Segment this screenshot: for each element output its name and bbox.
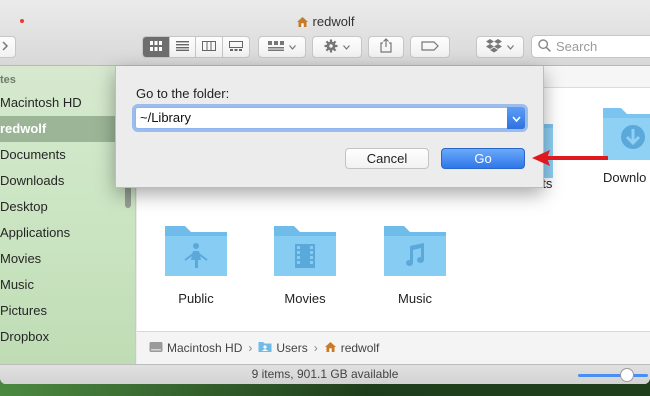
annotation-arrow-icon: [532, 150, 608, 166]
folder-item-public[interactable]: Public: [146, 224, 246, 306]
window-title: redwolf: [0, 14, 650, 31]
group-by-button[interactable]: [258, 36, 306, 58]
path-segment-label: Macintosh HD: [167, 341, 243, 355]
sidebar-scrollbar[interactable]: [125, 186, 131, 208]
sidebar-item-label: Movies: [0, 251, 42, 266]
gallery-icon: [228, 40, 243, 54]
sidebar-item-movies[interactable]: Movies: [0, 246, 136, 272]
gear-icon: [324, 39, 338, 56]
folder-item-public-label: Public: [178, 291, 214, 306]
sidebar-item-label: Music: [0, 277, 34, 292]
list-icon: [175, 40, 189, 54]
path-segment-macintosh-hd[interactable]: Macintosh HD: [149, 341, 242, 356]
sidebar-section-header: tes: [0, 74, 16, 86]
public-folder-icon: [163, 226, 229, 282]
chevron-down-icon: [289, 41, 296, 53]
finder-window: redwolf Search tes Macintosh HD redwolf …: [0, 0, 650, 384]
home-icon: [296, 16, 309, 31]
search-field[interactable]: Search: [531, 35, 650, 58]
search-placeholder: Search: [556, 39, 598, 54]
sidebar-item-label: Applications: [0, 225, 71, 240]
go-to-folder-prompt: Go to the folder:: [136, 86, 230, 101]
path-history-dropdown-button[interactable]: [507, 107, 525, 129]
gallery-view-button[interactable]: [223, 37, 249, 57]
icon-view-button[interactable]: [143, 37, 170, 57]
folder-icon: [258, 341, 276, 356]
folder-item-movies-label: Movies: [284, 291, 326, 306]
sidebar-item-label: Desktop: [0, 199, 48, 214]
dropbox-icon: [486, 38, 502, 56]
sidebar-item-label: Pictures: [0, 303, 47, 318]
chevron-down-icon: [507, 41, 514, 53]
columns-icon: [201, 40, 216, 54]
share-icon: [380, 38, 392, 56]
list-view-button[interactable]: [170, 37, 196, 57]
sidebar-item-label: Documents: [0, 147, 66, 162]
sidebar-item-label: Macintosh HD: [0, 95, 82, 110]
go-to-folder-sheet: Go to the folder: ~/Library Cancel Go: [115, 66, 544, 188]
share-button[interactable]: [368, 36, 404, 58]
downloads-folder-partial-label: Downlo: [603, 170, 647, 185]
column-view-button[interactable]: [196, 37, 223, 57]
path-bar: Macintosh HD › Users › redwolf: [137, 331, 650, 364]
sidebar-item-label: redwolf: [0, 121, 47, 136]
edit-tags-button[interactable]: [410, 36, 450, 58]
view-mode-segmented-control: [142, 36, 250, 58]
icon-size-slider-thumb[interactable]: [620, 368, 634, 382]
path-separator-icon: ›: [248, 341, 253, 355]
drive-icon: [149, 341, 167, 356]
chevron-down-icon: [511, 108, 521, 128]
path-segment-label: redwolf: [340, 341, 380, 355]
folder-item-music[interactable]: Music: [365, 224, 465, 306]
folder-item-music-label: Music: [398, 291, 432, 306]
path-segment-users[interactable]: Users: [258, 341, 308, 356]
home-icon: [324, 341, 341, 356]
search-icon: [538, 38, 551, 55]
tag-icon: [421, 40, 439, 54]
sidebar-item-music[interactable]: Music: [0, 272, 136, 298]
window-toolbar: redwolf Search: [0, 0, 650, 66]
action-menu-button[interactable]: [312, 36, 362, 58]
dropbox-button[interactable]: [476, 36, 524, 58]
status-text: 9 items, 901.1 GB available: [251, 367, 399, 381]
grid-icon: [149, 40, 162, 54]
icon-size-slider-track[interactable]: [578, 374, 648, 377]
cancel-button[interactable]: Cancel: [345, 148, 429, 169]
sidebar-item-applications[interactable]: Applications: [0, 220, 136, 246]
folder-path-input[interactable]: ~/Library: [135, 107, 525, 129]
sidebar-item-label: Downloads: [0, 173, 65, 188]
chevron-down-icon: [343, 41, 350, 53]
folder-path-value: ~/Library: [140, 110, 191, 125]
path-segment-redwolf[interactable]: redwolf: [324, 341, 380, 356]
back-button[interactable]: [0, 36, 16, 58]
status-bar: 9 items, 901.1 GB available: [0, 364, 650, 384]
sidebar-item-dropbox[interactable]: Dropbox: [0, 324, 136, 350]
path-segment-label: Users: [276, 341, 308, 355]
path-separator-icon: ›: [313, 341, 318, 355]
window-title-text: redwolf: [312, 14, 355, 29]
chevron-right-icon: [1, 40, 9, 54]
folder-item-movies[interactable]: Movies: [255, 224, 355, 306]
sidebar-item-label: Dropbox: [0, 329, 50, 344]
sidebar-item-desktop[interactable]: Desktop: [0, 194, 136, 220]
go-button[interactable]: Go: [441, 148, 525, 169]
music-folder-icon: [382, 226, 448, 282]
arrange-icon: [268, 40, 284, 54]
movies-folder-icon: [272, 226, 338, 282]
sidebar-item-pictures[interactable]: Pictures: [0, 298, 136, 324]
